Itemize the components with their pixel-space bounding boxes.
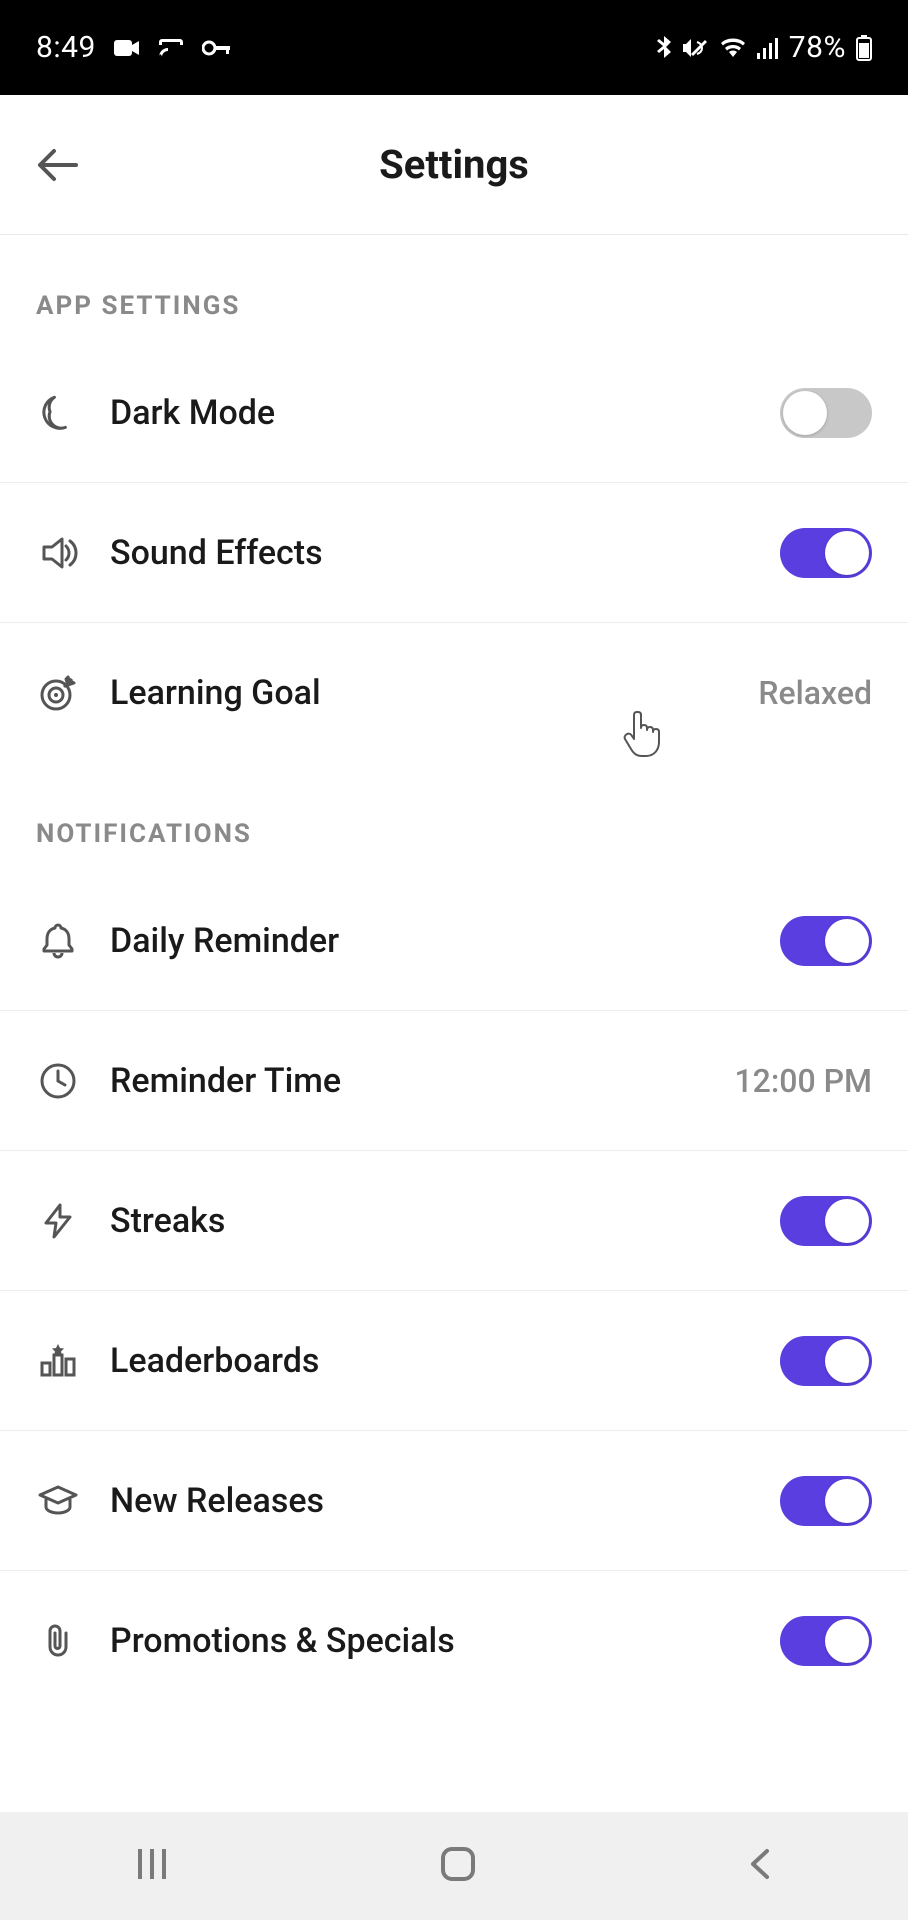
row-streaks[interactable]: Streaks xyxy=(0,1151,908,1291)
nav-recent-button[interactable] xyxy=(135,1847,169,1885)
row-promotions[interactable]: Promotions & Specials xyxy=(0,1571,908,1711)
android-nav-bar xyxy=(0,1812,908,1920)
graduation-cap-icon xyxy=(36,1479,80,1523)
daily-reminder-label: Daily Reminder xyxy=(110,921,750,961)
reminder-time-label: Reminder Time xyxy=(110,1061,704,1101)
battery-icon xyxy=(856,35,872,61)
learning-goal-value: Relaxed xyxy=(758,674,872,712)
clock-icon xyxy=(36,1059,80,1103)
reminder-time-value: 12:00 PM xyxy=(734,1062,872,1100)
arrow-left-icon xyxy=(36,147,80,183)
new-releases-label: New Releases xyxy=(110,1481,750,1521)
row-sound-effects[interactable]: Sound Effects xyxy=(0,483,908,623)
bell-icon xyxy=(36,919,80,963)
leaderboards-toggle[interactable] xyxy=(780,1336,872,1386)
promotions-label: Promotions & Specials xyxy=(110,1621,750,1661)
row-dark-mode[interactable]: Dark Mode xyxy=(0,343,908,483)
moon-icon xyxy=(36,391,80,435)
streaks-toggle[interactable] xyxy=(780,1196,872,1246)
dark-mode-toggle[interactable] xyxy=(780,388,872,438)
android-status-bar: 8:49 78% xyxy=(0,0,908,95)
new-releases-toggle[interactable] xyxy=(780,1476,872,1526)
leaderboard-icon xyxy=(36,1339,80,1383)
page-title: Settings xyxy=(0,141,908,188)
nav-back-button[interactable] xyxy=(747,1845,773,1887)
attachment-icon xyxy=(36,1619,80,1663)
leaderboards-label: Leaderboards xyxy=(110,1341,750,1381)
row-learning-goal[interactable]: Learning Goal Relaxed xyxy=(0,623,908,763)
target-icon xyxy=(36,671,80,715)
nav-home-button[interactable] xyxy=(439,1845,477,1887)
wifi-icon xyxy=(719,37,747,59)
row-reminder-time[interactable]: Reminder Time 12:00 PM xyxy=(0,1011,908,1151)
streaks-label: Streaks xyxy=(110,1201,750,1241)
speaker-icon xyxy=(36,531,80,575)
daily-reminder-toggle[interactable] xyxy=(780,916,872,966)
status-time: 8:49 xyxy=(36,30,96,65)
vpn-key-icon xyxy=(202,40,232,56)
vibrate-mute-icon xyxy=(683,36,709,60)
sound-effects-toggle[interactable] xyxy=(780,528,872,578)
camera-icon xyxy=(114,38,140,58)
learning-goal-label: Learning Goal xyxy=(110,673,728,713)
sound-effects-label: Sound Effects xyxy=(110,533,750,573)
cast-icon xyxy=(158,37,184,59)
signal-icon xyxy=(757,37,779,59)
bolt-icon xyxy=(36,1199,80,1243)
section-header-app-settings: APP SETTINGS xyxy=(0,235,908,343)
row-daily-reminder[interactable]: Daily Reminder xyxy=(0,871,908,1011)
row-leaderboards[interactable]: Leaderboards xyxy=(0,1291,908,1431)
dark-mode-label: Dark Mode xyxy=(110,393,750,433)
row-new-releases[interactable]: New Releases xyxy=(0,1431,908,1571)
promotions-toggle[interactable] xyxy=(780,1616,872,1666)
battery-percent: 78% xyxy=(789,30,846,65)
section-header-notifications: NOTIFICATIONS xyxy=(0,763,908,871)
app-header: Settings xyxy=(0,95,908,235)
bluetooth-icon xyxy=(657,35,673,61)
back-button[interactable] xyxy=(28,135,88,195)
